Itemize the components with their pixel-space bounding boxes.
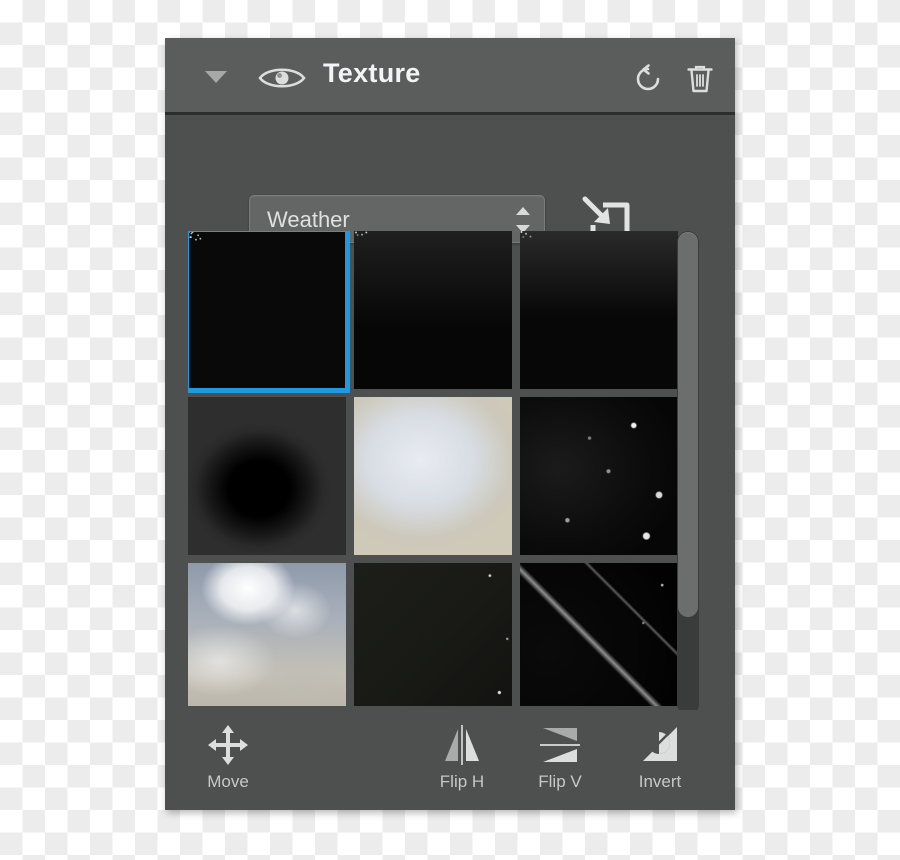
trash-icon[interactable] (686, 64, 714, 94)
texture-thumbnail-scratches[interactable] (520, 563, 678, 706)
invert-label: Invert (638, 772, 682, 791)
chevron-down-icon[interactable] (205, 71, 227, 83)
texture-thumbnail-bokeh-specks[interactable] (520, 397, 678, 555)
texture-grid-viewport (188, 231, 699, 706)
texture-thumbnail-rain-dense[interactable] (188, 231, 350, 393)
panel-header: Texture (165, 38, 735, 115)
invert-icon (617, 722, 703, 768)
texture-thumbnail-rain-fade[interactable] (354, 231, 512, 389)
flip-vertical-label: Flip V (538, 772, 582, 791)
texture-thumbnail-dark-blob[interactable] (188, 397, 346, 555)
grid-scrollbar[interactable] (677, 231, 699, 715)
texture-thumbnail-dark-dust[interactable] (354, 563, 512, 706)
texture-thumbnail-clouds-sky[interactable] (188, 563, 346, 706)
texture-thumbnail-paper-grain[interactable] (354, 397, 512, 555)
reset-icon[interactable] (633, 64, 663, 94)
flip-vertical-button[interactable]: Flip V (517, 722, 603, 800)
controls-row: Weather (165, 118, 735, 243)
move-button[interactable]: Move (185, 722, 271, 800)
texture-thumbnail-rain-streaks[interactable] (520, 231, 678, 389)
flip-horizontal-icon (419, 722, 505, 768)
invert-button[interactable]: Invert (617, 722, 703, 800)
move-label: Move (207, 772, 249, 791)
flip-horizontal-label: Flip H (439, 772, 485, 791)
grid-scrollbar-thumb[interactable] (678, 232, 698, 617)
texture-panel: Texture Weather Move Flip H Flip V Inver… (165, 38, 735, 810)
page-title: Texture (323, 58, 421, 88)
eye-icon[interactable] (258, 64, 306, 92)
move-icon (185, 722, 271, 768)
flip-vertical-icon (517, 722, 603, 768)
panel-footer-toolbar: Move Flip H Flip V Invert (165, 710, 735, 810)
flip-horizontal-button[interactable]: Flip H (419, 722, 505, 800)
texture-set-value: Weather (267, 207, 350, 232)
stepper-arrows-icon[interactable] (516, 207, 530, 233)
